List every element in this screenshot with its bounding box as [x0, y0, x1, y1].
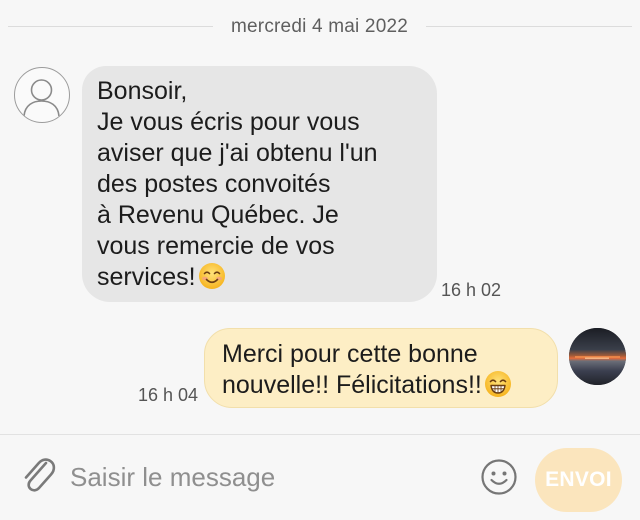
message-composer: ENVOI: [0, 435, 640, 520]
date-divider-right: [426, 26, 632, 27]
send-button[interactable]: ENVOI: [535, 448, 622, 512]
incoming-timestamp: 16 h 02: [441, 280, 502, 300]
sunset-photo-icon: [569, 328, 626, 385]
outgoing-timestamp: 16 h 04: [138, 385, 199, 405]
incoming-message-bubble[interactable]: Bonsoir, Je vous écris pour vous aviser …: [82, 66, 437, 302]
contact-avatar[interactable]: [14, 67, 70, 123]
grinning-face-icon: [484, 371, 511, 397]
date-label: mercredi 4 mai 2022: [231, 16, 408, 37]
outgoing-message-text: Merci pour cette bonne nouvelle!! Félici…: [222, 340, 482, 399]
user-avatar[interactable]: [569, 328, 626, 385]
emoji-picker-icon[interactable]: [479, 457, 519, 497]
smiling-face-icon: [198, 263, 225, 289]
date-separator: mercredi 4 mai 2022: [0, 10, 640, 44]
message-input[interactable]: [70, 457, 460, 497]
paperclip-icon[interactable]: [18, 454, 58, 498]
date-divider-left: [8, 26, 213, 27]
person-placeholder-icon: [23, 79, 60, 117]
outgoing-message-bubble[interactable]: Merci pour cette bonne nouvelle!! Félici…: [204, 328, 558, 408]
incoming-message-text: Bonsoir, Je vous écris pour vous aviser …: [97, 77, 378, 291]
